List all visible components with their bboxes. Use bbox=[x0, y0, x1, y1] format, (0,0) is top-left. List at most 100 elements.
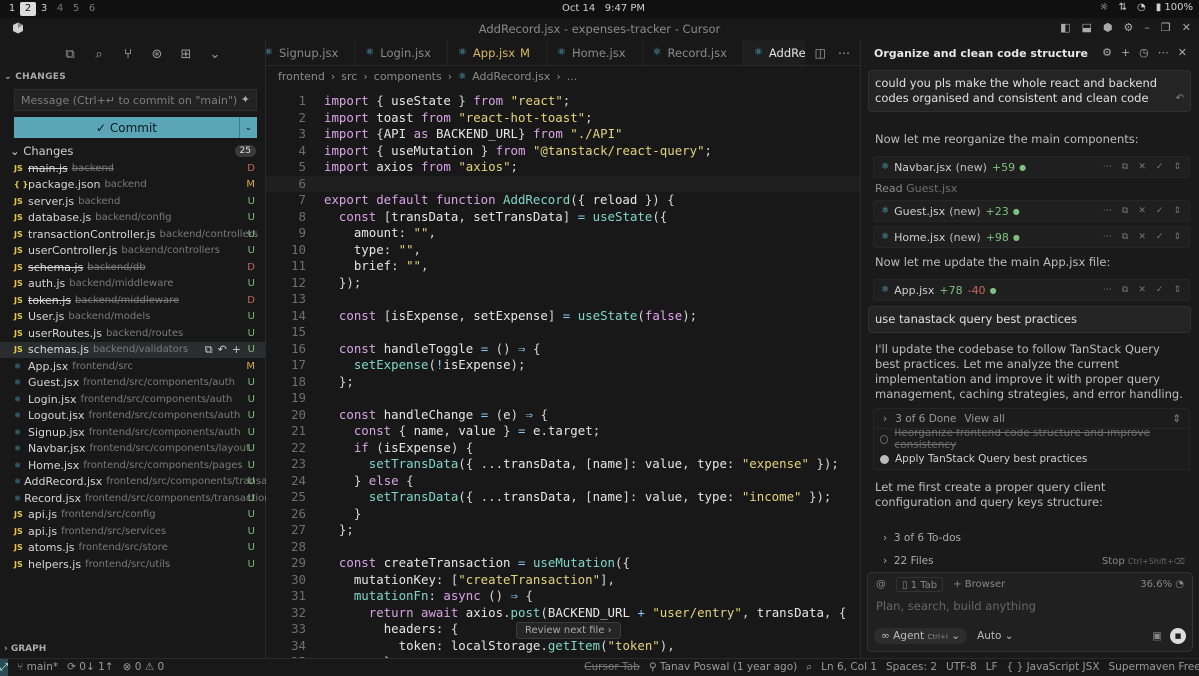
settings-icon[interactable]: ⚙ bbox=[1124, 21, 1134, 34]
tab-context-pill[interactable]: ▯ 1 Tab bbox=[896, 576, 944, 592]
source-control-icon[interactable]: ⑂ bbox=[120, 47, 136, 62]
language-mode[interactable]: { } JavaScript JSX bbox=[1007, 661, 1100, 673]
workspace-3[interactable]: 3 bbox=[36, 2, 52, 16]
files-summary-row[interactable]: › 22 Files Stop Ctrl+Shift+⌫ bbox=[873, 550, 1191, 572]
changed-file-item[interactable]: JS api.js frontend/src/services U bbox=[0, 523, 265, 540]
clock[interactable]: Oct 14 9:47 PM bbox=[562, 3, 645, 14]
read-file-name[interactable]: Guest.jsx bbox=[906, 182, 957, 195]
chevron-down-icon[interactable]: ⌄ bbox=[207, 47, 223, 62]
sync-indicator[interactable]: ⟳ 0↓ 1↑ bbox=[67, 661, 113, 673]
copy-icon[interactable]: ⧉ bbox=[1122, 285, 1128, 295]
changed-file-item[interactable]: JS transactionController.js backend/contro… bbox=[0, 226, 265, 243]
changed-file-item[interactable]: ⚛ Signup.jsx frontend/src/components/auth U bbox=[0, 424, 265, 441]
changed-file-item[interactable]: JS userController.js backend/controllers U bbox=[0, 243, 265, 260]
expand-icon[interactable]: ⇕ bbox=[1173, 285, 1181, 295]
changed-file-item[interactable]: JS main.js backend D bbox=[0, 160, 265, 177]
commit-button[interactable]: ✓ Commit bbox=[14, 117, 239, 138]
changed-file-item[interactable]: JS userRoutes.js backend/routes U bbox=[0, 325, 265, 342]
brightness-icon[interactable]: ☼ bbox=[1100, 2, 1109, 13]
tab-home[interactable]: ⚛ Home.jsx bbox=[547, 40, 643, 65]
user-message[interactable]: could you pls make the whole react and b… bbox=[868, 70, 1191, 112]
wifi-icon[interactable]: ◔ bbox=[1137, 2, 1146, 13]
accept-icon[interactable]: ✓ bbox=[1156, 232, 1164, 242]
breadcrumb-item[interactable]: components bbox=[374, 70, 442, 83]
minimize-icon[interactable]: – bbox=[1144, 21, 1150, 34]
discard-icon[interactable]: ↶ bbox=[218, 343, 227, 357]
image-icon[interactable]: ▣ bbox=[1152, 630, 1162, 642]
changed-file-item[interactable]: JS database.js backend/config U bbox=[0, 210, 265, 227]
accept-icon[interactable]: ✓ bbox=[1156, 162, 1164, 172]
changes-group-header[interactable]: ⌄ Changes 25 bbox=[0, 143, 265, 159]
stop-generation-icon[interactable]: ■ bbox=[1170, 628, 1186, 644]
close-icon[interactable]: ✕ bbox=[1178, 46, 1187, 59]
history-icon[interactable]: ◷ bbox=[1139, 46, 1149, 59]
toggle-primary-sidebar-icon[interactable]: ◧ bbox=[1060, 21, 1070, 34]
network-icon[interactable]: ⇅ bbox=[1119, 2, 1127, 13]
file-edit-chip[interactable]: ⚛ Home.jsx (new) +98 ● ⋯ ⧉ ✕ ✓ ⇕ bbox=[873, 226, 1190, 248]
remote-icon[interactable]: ⤢ bbox=[0, 658, 8, 676]
composer-input[interactable]: Plan, search, build anything bbox=[868, 599, 1192, 613]
breadcrumb-item[interactable]: src bbox=[341, 70, 357, 83]
review-next-file-button[interactable]: Review next file › bbox=[516, 622, 621, 639]
restore-checkpoint-icon[interactable]: ↶ bbox=[1176, 91, 1184, 106]
search-icon[interactable]: ⌕ bbox=[91, 47, 107, 62]
changed-file-item[interactable]: ⚛ Logout.jsx frontend/src/components/auth U bbox=[0, 408, 265, 425]
file-edit-chip[interactable]: ⚛ Navbar.jsx (new) +59 ● ⋯ ⧉ ✕ ✓ ⇕ bbox=[873, 156, 1190, 178]
extensions-icon[interactable]: ⊛ bbox=[149, 47, 165, 62]
split-editor-icon[interactable]: ◫ bbox=[815, 46, 826, 60]
reject-icon[interactable]: ✕ bbox=[1138, 206, 1146, 216]
copy-icon[interactable]: ⧉ bbox=[1122, 232, 1128, 242]
workspace-6[interactable]: 6 bbox=[84, 2, 100, 16]
accept-icon[interactable]: ✓ bbox=[1156, 206, 1164, 216]
commit-options-button[interactable]: ⌄ bbox=[239, 117, 257, 138]
breadcrumb-item[interactable]: AddRecord.jsx bbox=[472, 70, 550, 83]
changed-file-item[interactable]: JS atoms.js frontend/src/store U bbox=[0, 540, 265, 557]
more-icon[interactable]: ⋯ bbox=[1103, 285, 1112, 295]
stop-button[interactable]: Stop Ctrl+Shift+⌫ bbox=[1102, 556, 1185, 567]
tab-app[interactable]: ⚛ App.jsx M bbox=[448, 40, 547, 65]
workspace-4[interactable]: 4 bbox=[52, 2, 68, 16]
supermaven-status[interactable]: Supermaven Free Tier bbox=[1109, 661, 1199, 673]
cursor-tab-indicator[interactable]: Cursor Tab bbox=[584, 661, 640, 673]
changed-file-item[interactable]: ⚛ Home.jsx frontend/src/components/pages U bbox=[0, 457, 265, 474]
copy-icon[interactable]: ⧉ bbox=[1122, 162, 1128, 172]
mention-icon[interactable]: @ bbox=[876, 579, 886, 590]
changed-file-item[interactable]: JS User.js backend/models U bbox=[0, 309, 265, 326]
branch-indicator[interactable]: ⑂ main* bbox=[17, 661, 58, 673]
reject-icon[interactable]: ✕ bbox=[1138, 285, 1146, 295]
toggle-panel-icon[interactable]: ⬓ bbox=[1082, 21, 1092, 34]
indentation[interactable]: Spaces: 2 bbox=[886, 661, 937, 673]
todo-header[interactable]: › 3 of 6 Done View all ⇕ bbox=[874, 409, 1189, 429]
reject-icon[interactable]: ✕ bbox=[1138, 232, 1146, 242]
changed-file-item[interactable]: ⚛ App.jsx frontend/src M bbox=[0, 358, 265, 375]
changed-file-item[interactable]: JS schema.js backend/db D bbox=[0, 259, 265, 276]
restore-icon[interactable]: ❐ bbox=[1161, 21, 1171, 34]
problems-indicator[interactable]: ⊗ 0 ⚠ 0 bbox=[123, 661, 165, 673]
browser-pill[interactable]: + Browser bbox=[953, 579, 1005, 590]
more-icon[interactable]: ⋯ bbox=[1158, 46, 1169, 59]
changed-file-item[interactable]: ⚛ Login.jsx frontend/src/components/auth U bbox=[0, 391, 265, 408]
breadcrumb-item[interactable]: frontend bbox=[278, 70, 325, 83]
workspace-2[interactable]: 2 bbox=[20, 2, 36, 16]
expand-icon[interactable]: ⇕ bbox=[1173, 232, 1181, 242]
changed-file-item[interactable]: JS auth.js backend/middleware U bbox=[0, 276, 265, 293]
changes-section-header[interactable]: ⌄ CHANGES bbox=[0, 70, 265, 84]
workspace-5[interactable]: 5 bbox=[68, 2, 84, 16]
git-blame[interactable]: ⚲ Tanav Poswal (1 year ago) bbox=[649, 661, 797, 673]
changed-file-item[interactable]: JS server.js backend U bbox=[0, 193, 265, 210]
expand-icon[interactable]: ⇕ bbox=[1173, 206, 1181, 216]
code-editor[interactable]: 1 import { useState } from "react"; 2 impor… bbox=[266, 90, 860, 658]
commit-message-input[interactable]: Message (Ctrl+↵ to commit on "main") ✦ bbox=[14, 89, 257, 111]
zoom-icon[interactable]: ⌕ bbox=[806, 661, 812, 674]
graph-section-header[interactable]: › GRAPH bbox=[0, 644, 46, 654]
more-icon[interactable]: ⋯ bbox=[1103, 162, 1112, 172]
cursor-position[interactable]: Ln 6, Col 1 bbox=[821, 661, 877, 673]
copy-icon[interactable]: ⧉ bbox=[1122, 206, 1128, 216]
file-edit-chip[interactable]: ⚛ Guest.jsx (new) +23 ● ⋯ ⧉ ✕ ✓ ⇕ bbox=[873, 200, 1190, 222]
encoding[interactable]: UTF-8 bbox=[946, 661, 977, 673]
tab-record[interactable]: ⚛ Record.jsx bbox=[643, 40, 744, 65]
todo-view-all[interactable]: View all bbox=[964, 413, 1005, 425]
explorer-icon[interactable]: ⧉ bbox=[62, 47, 78, 62]
user-message[interactable]: use tanastack query best practices bbox=[868, 306, 1191, 333]
grid-icon[interactable]: ⊞ bbox=[178, 47, 194, 62]
